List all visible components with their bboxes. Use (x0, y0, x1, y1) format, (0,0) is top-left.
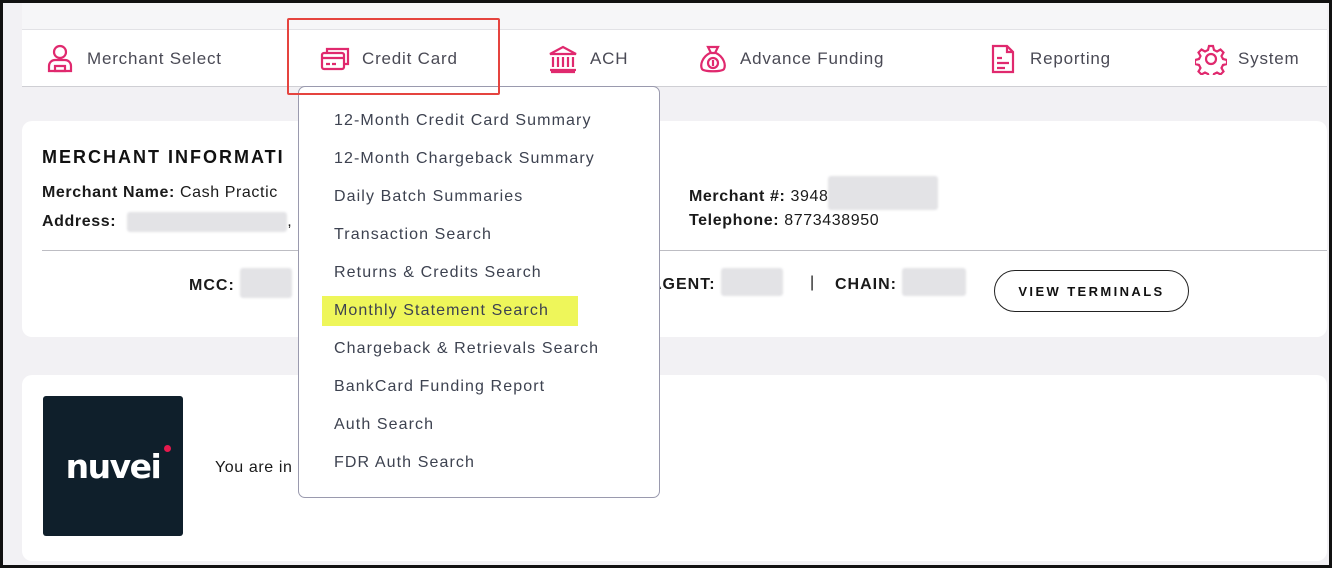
address-suffix: , (287, 213, 293, 231)
menu-item-bankcard-funding-report[interactable]: BankCard Funding Report (299, 368, 659, 406)
logo-dot (164, 445, 171, 452)
nav-label: Merchant Select (87, 48, 222, 68)
credit-card-icon (320, 47, 350, 70)
address-label: Address: (42, 213, 117, 231)
telephone-value: 8773438950 (784, 212, 880, 229)
chain-field: CHAIN: (835, 268, 967, 296)
menu-item-fdr-auth-search[interactable]: FDR Auth Search (299, 444, 659, 482)
user-icon (47, 44, 73, 72)
nuvei-logo: nuvei (43, 396, 183, 536)
nav-reporting[interactable]: Reporting (987, 30, 1111, 87)
nav-merchant-select[interactable]: Merchant Select (44, 30, 222, 87)
telephone-row: Telephone: 8773438950 (689, 212, 879, 230)
agent-field: AGENT: (650, 268, 784, 296)
top-strip (22, 3, 1327, 30)
credit-card-dropdown-menu: 12-Month Credit Card Summary 12-Month Ch… (298, 86, 660, 498)
welcome-card: nuvei You are in (22, 375, 1327, 561)
redacted-mcc (240, 268, 293, 298)
telephone-label: Telephone: (689, 212, 780, 229)
nav-label: System (1238, 48, 1300, 68)
menu-item-chargeback-retrievals-search[interactable]: Chargeback & Retrievals Search (299, 330, 659, 368)
menu-item-12-month-credit-card-summary[interactable]: 12-Month Credit Card Summary (299, 102, 659, 140)
divider (42, 250, 1327, 251)
report-document-icon (991, 44, 1015, 73)
logo-text: nuvei (65, 446, 162, 486)
menu-item-12-month-chargeback-summary[interactable]: 12-Month Chargeback Summary (299, 140, 659, 178)
money-bag-icon (700, 45, 726, 72)
menu-item-auth-search[interactable]: Auth Search (299, 406, 659, 444)
gear-icon (1195, 44, 1227, 75)
redacted-chain (902, 268, 967, 296)
section-title: MERCHANT INFORMATI (42, 147, 285, 167)
bank-icon (549, 45, 577, 73)
address-row: Address: , (42, 212, 292, 232)
merchant-number-label: Merchant #: (689, 188, 786, 206)
menu-item-monthly-statement-search[interactable]: Monthly Statement Search (299, 292, 659, 330)
merchant-number-row: Merchant #: 3948 (689, 176, 939, 210)
nav-ach[interactable]: ACH (547, 30, 628, 87)
merchant-name-row: Merchant Name: Cash Practic (42, 184, 278, 202)
merchant-information-card: MERCHANT INFORMATI Merchant Name: Cash P… (22, 121, 1327, 337)
nav-advance-funding[interactable]: Advance Funding (697, 30, 884, 87)
menu-item-returns-credits-search[interactable]: Returns & Credits Search (299, 254, 659, 292)
nav-label: Advance Funding (740, 48, 885, 68)
mcc-label: MCC: (189, 277, 235, 295)
welcome-text: You are in (215, 459, 293, 476)
merchant-number-value: 3948 (790, 188, 829, 206)
nav-label: Reporting (1030, 48, 1111, 68)
redacted-merchant-number (828, 176, 939, 210)
view-terminals-button[interactable]: VIEW TERMINALS (994, 270, 1189, 312)
redacted-agent (721, 268, 784, 296)
merchant-name-label: Merchant Name: (42, 184, 175, 201)
merchant-name-value: Cash Practic (179, 184, 278, 201)
main-navigation: Merchant Select Credit Card ACH Advance … (22, 30, 1327, 87)
mcc-field: MCC: (189, 268, 293, 298)
menu-item-daily-batch-summaries[interactable]: Daily Batch Summaries (299, 178, 659, 216)
nav-label: ACH (590, 48, 629, 68)
separator: | (810, 274, 816, 291)
chain-label: CHAIN: (835, 276, 897, 294)
redacted-address (127, 212, 288, 232)
menu-item-transaction-search[interactable]: Transaction Search (299, 216, 659, 254)
nav-system[interactable]: System (1195, 30, 1299, 87)
nav-label: Credit Card (362, 48, 458, 68)
nav-credit-card[interactable]: Credit Card (319, 30, 458, 87)
